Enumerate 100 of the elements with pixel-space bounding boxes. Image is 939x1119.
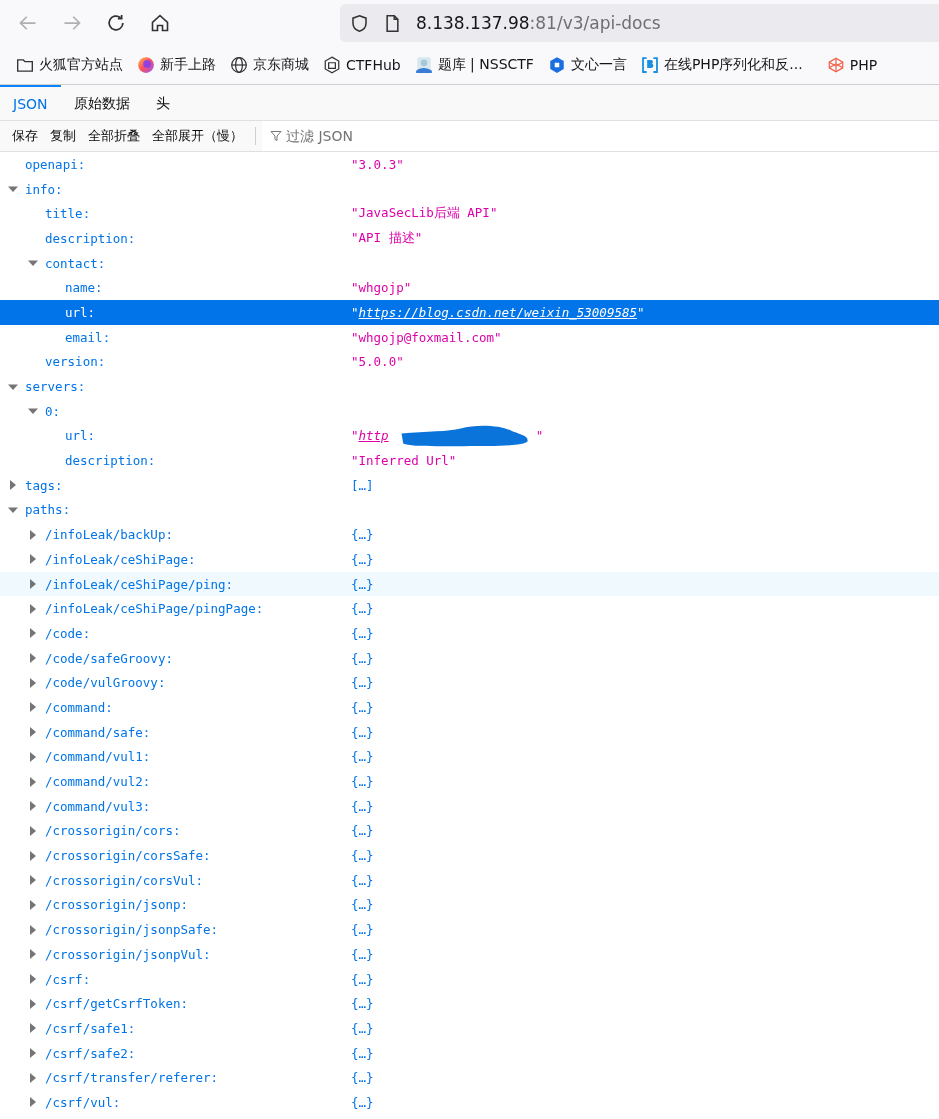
filter-field[interactable]: 过滤 JSON [262,121,939,151]
collapsed-preview[interactable]: {…} [351,576,374,592]
collapsed-arrow-icon[interactable] [28,899,38,910]
collapsed-arrow-icon[interactable] [28,529,38,540]
json-row[interactable]: email: "whgojp@foxmail.com" [0,324,939,350]
home-icon[interactable] [150,13,170,33]
collapsed-arrow-icon[interactable] [28,727,38,738]
collapsed-arrow-icon[interactable] [28,924,38,935]
collapsed-arrow-icon[interactable] [28,875,38,886]
json-row[interactable]: /code/vulGroovy: {…} [0,670,939,696]
collapsed-preview[interactable]: {…} [351,1070,374,1086]
bookmark[interactable]: 京东商城 [230,56,309,74]
toolbar-button[interactable]: 全部展开（慢） [146,127,249,145]
json-row[interactable]: /infoLeak/ceShiPage: {…} [0,547,939,572]
address-bar[interactable]: 8.138.137.98:81/v3/api-docs [340,4,939,42]
collapsed-arrow-icon[interactable] [28,751,38,762]
collapsed-arrow-icon[interactable] [28,579,38,590]
json-row[interactable]: paths: [0,497,939,523]
json-row[interactable]: 0: [0,398,939,424]
viewer-tab[interactable]: 原始数据 [60,85,143,120]
json-row[interactable]: /crossorigin/jsonp: {…} [0,892,939,918]
collapsed-preview[interactable]: {…} [351,650,374,666]
json-row[interactable]: /crossorigin/jsonpSafe: {…} [0,917,939,942]
json-row[interactable]: /infoLeak/backUp: {…} [0,522,939,547]
json-row[interactable]: /crossorigin/corsVul: {…} [0,867,939,893]
collapsed-preview[interactable]: {…} [351,996,374,1012]
collapsed-preview[interactable]: {…} [351,971,374,987]
collapsed-arrow-icon[interactable] [28,776,38,787]
json-row[interactable]: contact: [0,250,939,276]
collapsed-preview[interactable]: {…} [351,699,374,715]
collapsed-preview[interactable]: {…} [351,1020,374,1036]
json-row[interactable]: version: "5.0.0" [0,349,939,375]
collapsed-arrow-icon[interactable] [28,1072,38,1083]
collapsed-arrow-icon[interactable] [28,554,38,565]
collapsed-arrow-icon[interactable] [28,628,38,639]
toolbar-button[interactable]: 复制 [44,127,82,145]
url-link[interactable]: https://blog.csdn.net/weixin_53009585 [358,304,637,320]
json-row[interactable]: info: [0,176,939,202]
collapsed-arrow-icon[interactable] [28,677,38,688]
collapsed-arrow-icon[interactable] [28,702,38,713]
json-row[interactable]: /command/vul3: {…} [0,793,939,819]
collapsed-preview[interactable]: {…} [351,922,374,938]
collapsed-arrow-icon[interactable] [28,603,38,614]
json-row[interactable]: /crossorigin/corsSafe: {…} [0,843,939,868]
collapsed-preview[interactable]: {…} [351,823,374,839]
json-row[interactable]: /command/vul2: {…} [0,769,939,794]
json-row[interactable]: /crossorigin/cors: {…} [0,818,939,844]
json-row[interactable]: /csrf/safe2: {…} [0,1040,939,1066]
json-row[interactable]: /code/safeGroovy: {…} [0,645,939,671]
collapsed-preview[interactable]: {…} [351,724,374,740]
collapsed-preview[interactable]: {…} [351,601,374,617]
collapsed-arrow-icon[interactable] [28,1048,38,1059]
json-row[interactable]: name: "whgojp" [0,275,939,301]
collapsed-preview[interactable]: {…} [351,1045,374,1061]
json-row[interactable]: /csrf/transfer/referer: {…} [0,1065,939,1091]
collapsed-arrow-icon[interactable] [28,998,38,1009]
collapsed-preview[interactable]: {…} [351,527,374,543]
json-row[interactable]: /csrf/safe1: {…} [0,1016,939,1041]
collapsed-arrow-icon[interactable] [28,801,38,812]
collapsed-preview[interactable]: {…} [351,774,374,790]
json-row[interactable]: servers: [0,374,939,399]
viewer-tab[interactable]: 头 [142,85,183,120]
collapsed-preview[interactable]: {…} [351,897,374,913]
json-row[interactable]: /command/vul1: {…} [0,744,939,770]
bookmark[interactable]: 新手上路 [137,56,216,74]
json-row[interactable]: /command/safe: {…} [0,719,939,745]
json-row[interactable]: openapi: "3.0.3" [0,152,939,177]
collapsed-preview[interactable]: {…} [351,798,374,814]
collapsed-arrow-icon[interactable] [28,1097,38,1108]
collapsed-arrow-icon[interactable] [28,653,38,664]
bookmark[interactable]: 题库 | NSSCTF [414,56,534,74]
collapsed-preview[interactable]: {…} [351,946,374,962]
bookmark[interactable]: 在线PHP序列化和反... [640,56,803,74]
json-row[interactable]: /csrf: {…} [0,966,939,992]
collapsed-preview[interactable]: {…} [351,749,374,765]
reload-icon[interactable] [106,13,126,33]
bookmark[interactable]: 火狐官方站点 [16,56,123,74]
collapsed-preview[interactable]: {…} [351,625,374,641]
collapsed-preview[interactable]: {…} [351,872,374,888]
collapsed-arrow-icon[interactable] [8,480,18,491]
toolbar-button[interactable]: 保存 [6,127,44,145]
collapsed-arrow-icon[interactable] [28,1023,38,1034]
json-row[interactable]: /crossorigin/jsonpVul: {…} [0,942,939,967]
json-row[interactable]: title: "JavaSecLib后端 API" [0,201,939,227]
collapsed-arrow-icon[interactable] [28,974,38,985]
json-row[interactable]: description: "API 描述" [0,226,939,251]
json-row[interactable]: /infoLeak/ceShiPage/ping: {…} [0,571,939,597]
collapsed-preview[interactable]: {…} [351,848,374,864]
json-row[interactable]: /infoLeak/ceShiPage/pingPage: {…} [0,596,939,622]
url-link[interactable]: http [358,428,389,444]
toolbar-button[interactable]: 全部折叠 [82,127,146,145]
collapsed-arrow-icon[interactable] [28,850,38,861]
collapsed-arrow-icon[interactable] [28,825,38,836]
collapsed-arrow-icon[interactable] [28,949,38,960]
json-row[interactable]: url: "https://blog.csdn.net/weixin_53009585" [0,300,939,325]
json-row[interactable]: url: "http " [0,423,939,449]
collapsed-preview[interactable]: {…} [351,675,374,691]
collapsed-preview[interactable]: {…} [351,1094,374,1110]
json-row[interactable]: /command: {…} [0,695,939,720]
collapsed-preview[interactable]: […] [351,477,374,493]
